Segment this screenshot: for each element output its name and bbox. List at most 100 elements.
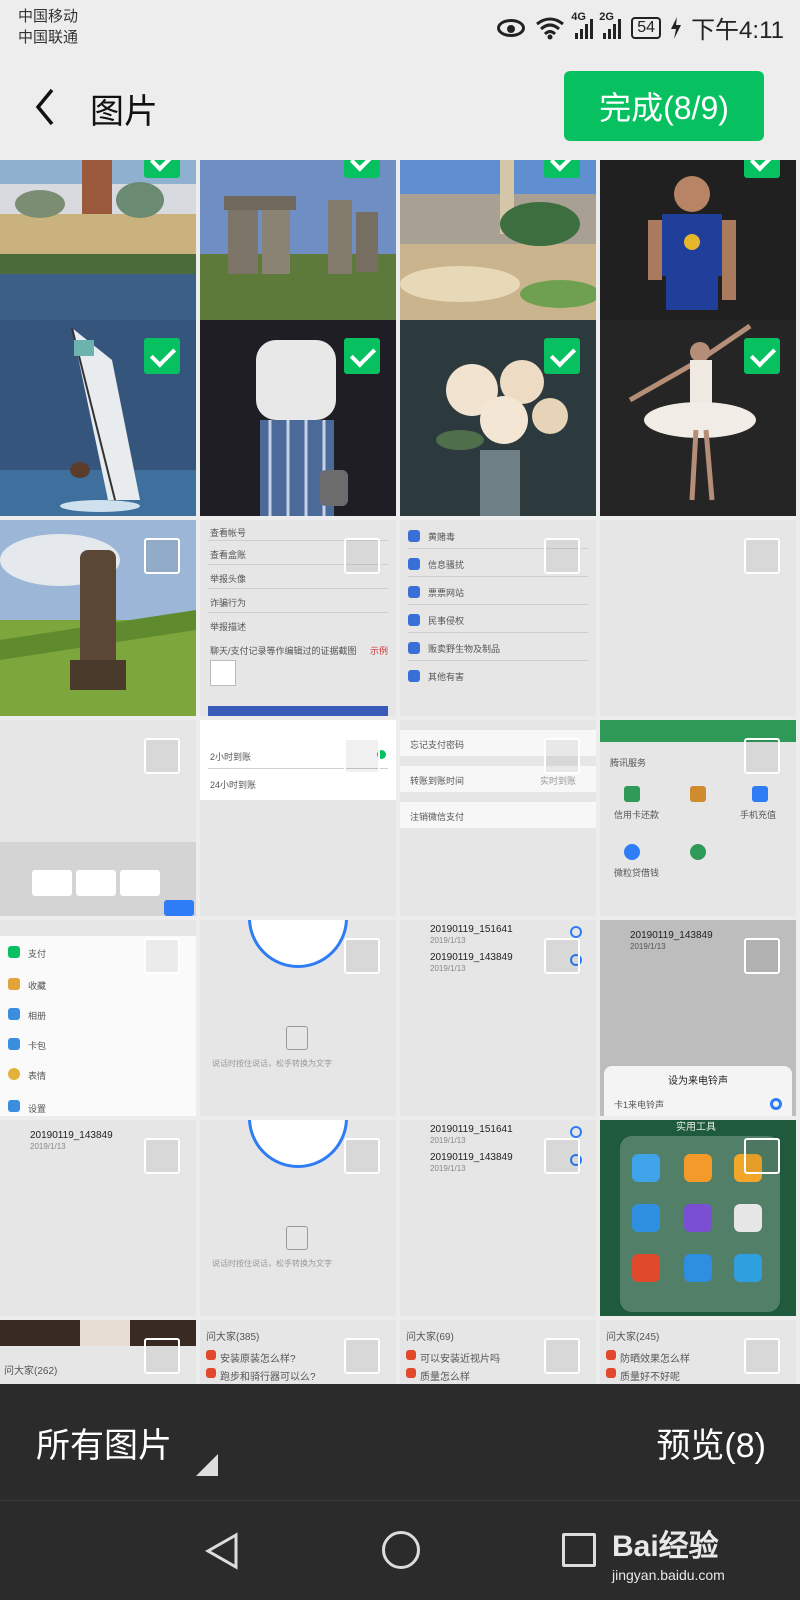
photo-stonehenge[interactable] (200, 160, 396, 320)
photo-rose-bouquet[interactable] (400, 320, 596, 516)
screenshot-ringtone-menu[interactable]: 20190119_143849 2019/1/13 设为来电铃声 卡1来电铃声 (600, 920, 796, 1116)
screenshot-voice-input[interactable]: 说话时按住说话，松手转换为文字 (200, 920, 396, 1116)
selection-checkbox[interactable] (144, 1138, 180, 1174)
service-icon (752, 786, 768, 802)
carrier-names: 中国移动 中国联通 (18, 6, 78, 48)
selection-checkbox[interactable] (744, 1138, 780, 1174)
selection-checkbox[interactable] (144, 338, 180, 374)
nav-home-icon[interactable] (382, 1531, 420, 1569)
category-icon (408, 642, 420, 654)
battery-icon: 54 (631, 16, 662, 39)
selection-checkbox[interactable] (544, 1138, 580, 1174)
selection-checkbox[interactable] (544, 1338, 580, 1374)
selection-checkbox[interactable] (144, 160, 180, 178)
selection-checkbox[interactable] (544, 338, 580, 374)
selection-checkbox[interactable] (544, 738, 580, 774)
nav-back-icon[interactable] (202, 1531, 242, 1571)
preview-button[interactable]: 预览(8) (656, 1418, 766, 1467)
stonehenge-photo (200, 160, 396, 320)
screenshot-blank[interactable] (600, 520, 796, 716)
signal-sim1-icon: 4G (571, 11, 594, 39)
key (76, 870, 116, 896)
screenshot-recordings[interactable]: 20190119_151641 2019/1/13 20190119_14384… (400, 920, 596, 1116)
selection-checkbox[interactable] (744, 338, 780, 374)
voice-circle (248, 920, 348, 968)
service-icon (690, 844, 706, 860)
clock: 下午4:11 (691, 17, 784, 44)
service-icon (624, 844, 640, 860)
enter-key (164, 900, 194, 916)
screenshot-shop-qa-1[interactable]: 问大家(262) (0, 1320, 196, 1384)
add-image-icon (210, 660, 236, 686)
radio-selected-icon (770, 1098, 782, 1110)
baidu-jingyan-watermark: Bai经验 jingyan.baidu.com (612, 1521, 725, 1583)
screenshot-shop-qa-2[interactable]: 问大家(385) 安装原装怎么样? 跑步和骑行器可以么? (200, 1320, 396, 1384)
watermark-url: jingyan.baidu.com (612, 1567, 725, 1583)
back-arrow-icon[interactable] (28, 84, 68, 130)
photo-fashion-model[interactable] (200, 320, 396, 516)
selection-checkbox[interactable] (744, 1338, 780, 1374)
selection-checkbox[interactable] (344, 538, 380, 574)
selection-checkbox[interactable] (744, 160, 780, 178)
photo-ballerina[interactable] (600, 320, 796, 516)
calculator-app-icon (684, 1154, 712, 1182)
watermark-logo: Bai经验 (612, 1530, 719, 1563)
screenshot-transfer-time[interactable]: 2小时到账 24小时到账 (200, 720, 396, 916)
photo-windsurfer[interactable] (0, 320, 196, 516)
photo-moai-statue[interactable] (0, 520, 196, 716)
selection-checkbox[interactable] (544, 160, 580, 178)
screenshot-recording-single[interactable]: 20190119_143849 2019/1/13 (0, 1120, 196, 1316)
security-app-icon (734, 1254, 762, 1282)
screenshot-tools-folder[interactable]: 实用工具 (600, 1120, 796, 1316)
selection-checkbox[interactable] (344, 338, 380, 374)
screenshot-recordings-2[interactable]: 20190119_151641 2019/1/13 20190119_14384… (400, 1120, 596, 1316)
carrier-2: 中国联通 (18, 29, 79, 46)
screenshot-wallet-services[interactable]: 腾讯服务 信用卡还款 手机充值 微粒贷借钱 (600, 720, 796, 916)
album-selector[interactable]: 所有图片 (36, 1418, 172, 1467)
favorites-icon (8, 978, 20, 990)
selection-checkbox[interactable] (744, 738, 780, 774)
screenshot-shop-qa-3[interactable]: 问大家(69) 可以安装近视片吗 质量怎么样 (400, 1320, 596, 1384)
question-icon (606, 1350, 616, 1360)
system-nav-bar: Bai经验 jingyan.baidu.com (0, 1500, 800, 1600)
sticker-icon (8, 1068, 20, 1080)
screenshot-me-menu[interactable]: 支付 收藏 相册 卡包 表情 设置 (0, 920, 196, 1116)
wallet-card-icon (8, 1038, 20, 1050)
screenshot-report-form[interactable]: 查看帐号 查看盒账 举报头像 诈骗行为 举报描述 聊天/支付记录等作编辑过的证据… (200, 520, 396, 716)
selection-checkbox[interactable] (344, 160, 380, 178)
selection-checkbox[interactable] (144, 538, 180, 574)
photo-park-guell[interactable] (400, 160, 596, 320)
selection-checkbox[interactable] (144, 1338, 180, 1374)
photo-basketball-player[interactable] (600, 160, 796, 320)
nav-recent-apps-icon[interactable] (562, 1533, 596, 1567)
selection-checkbox[interactable] (344, 938, 380, 974)
screenshot-payment-settings[interactable]: 忘记支付密码 转账到账时间 实时到账 注销微信支付 (400, 720, 596, 916)
voice-circle (248, 1120, 348, 1168)
done-button[interactable]: 完成(8/9) (564, 71, 764, 141)
dropdown-triangle-icon[interactable] (196, 1454, 218, 1476)
selection-checkbox[interactable] (744, 938, 780, 974)
bottom-bar: 所有图片 预览(8) (0, 1384, 800, 1500)
phone-clone-app-icon (632, 1204, 660, 1232)
sim2-network-type: 2G (599, 10, 614, 23)
selection-checkbox[interactable] (544, 538, 580, 574)
selection-checkbox[interactable] (344, 738, 380, 774)
selection-checkbox[interactable] (144, 738, 180, 774)
screenshot-voice-input-2[interactable]: 说话时按住说话，松手转换为文字 (200, 1120, 396, 1316)
album-icon (8, 1008, 20, 1020)
status-icons: 4G 2G 54 下午4:11 (497, 10, 784, 45)
photo-grid[interactable]: 查看帐号 查看盒账 举报头像 诈骗行为 举报描述 聊天/支付记录等作编辑过的证据… (0, 160, 800, 1384)
key (120, 870, 160, 896)
screenshot-shop-qa-4[interactable]: 问大家(245) 防晒效果怎么样 质量好不好呢 (600, 1320, 796, 1384)
screenshot-report-category[interactable]: 黄赌毒 信息骚扰 票票网站 民事侵权 贩卖野生物及制品 其他有害 (400, 520, 596, 716)
selection-checkbox[interactable] (344, 1138, 380, 1174)
park-guell-photo (400, 160, 596, 320)
category-icon (408, 558, 420, 570)
selection-checkbox[interactable] (344, 1338, 380, 1374)
photo-city-harbor[interactable] (0, 160, 196, 320)
selection-checkbox[interactable] (744, 538, 780, 574)
city-harbor-photo (0, 160, 196, 320)
selection-checkbox[interactable] (544, 938, 580, 974)
selection-checkbox[interactable] (144, 938, 180, 974)
screenshot-keyboard[interactable] (0, 720, 196, 916)
